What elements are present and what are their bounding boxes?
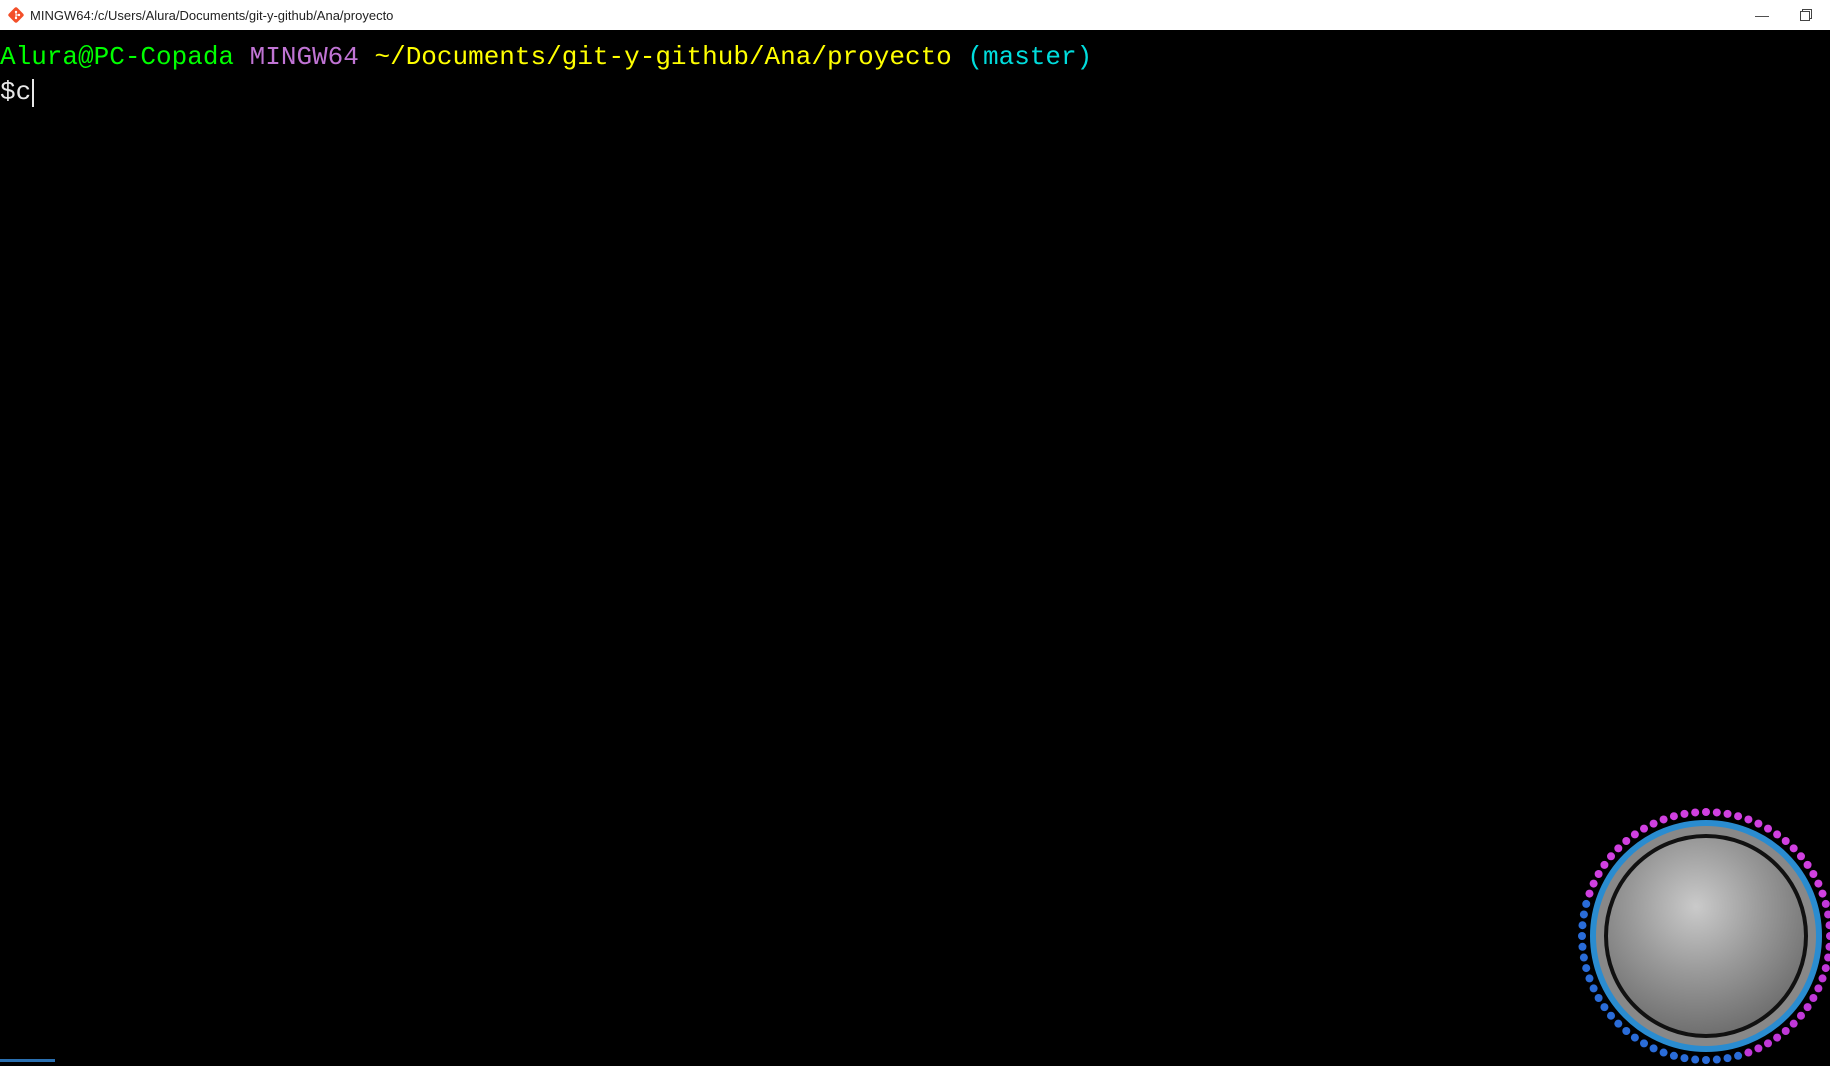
maximize-button[interactable] [1798, 7, 1814, 23]
webcam-inner-ring [1590, 820, 1822, 1052]
typed-command: c [16, 75, 32, 110]
prompt-system: MINGW64 [250, 42, 359, 72]
prompt-path: ~/Documents/git-y-github/Ana/proyecto [374, 42, 951, 72]
titlebar-left: MINGW64:/c/Users/Alura/Documents/git-y-g… [8, 7, 393, 23]
prompt-symbol: $ [0, 75, 16, 110]
terminal-area[interactable]: Alura@PC-Copada MINGW64 ~/Documents/git-… [0, 30, 1830, 1066]
minimize-button[interactable]: — [1754, 7, 1770, 23]
window-titlebar: MINGW64:/c/Users/Alura/Documents/git-y-g… [0, 0, 1830, 30]
webcam-face-image [1604, 834, 1808, 1038]
command-input-line[interactable]: $ c [0, 75, 1830, 110]
text-cursor [32, 79, 34, 107]
taskbar-progress [0, 1059, 1830, 1062]
git-bash-icon [8, 7, 24, 23]
prompt-line: Alura@PC-Copada MINGW64 ~/Documents/git-… [0, 40, 1830, 75]
prompt-user-host: Alura@PC-Copada [0, 42, 234, 72]
window-title: MINGW64:/c/Users/Alura/Documents/git-y-g… [30, 8, 393, 23]
webcam-overlay [1576, 806, 1830, 1066]
window-controls: — [1754, 7, 1822, 23]
prompt-branch: (master) [967, 42, 1092, 72]
